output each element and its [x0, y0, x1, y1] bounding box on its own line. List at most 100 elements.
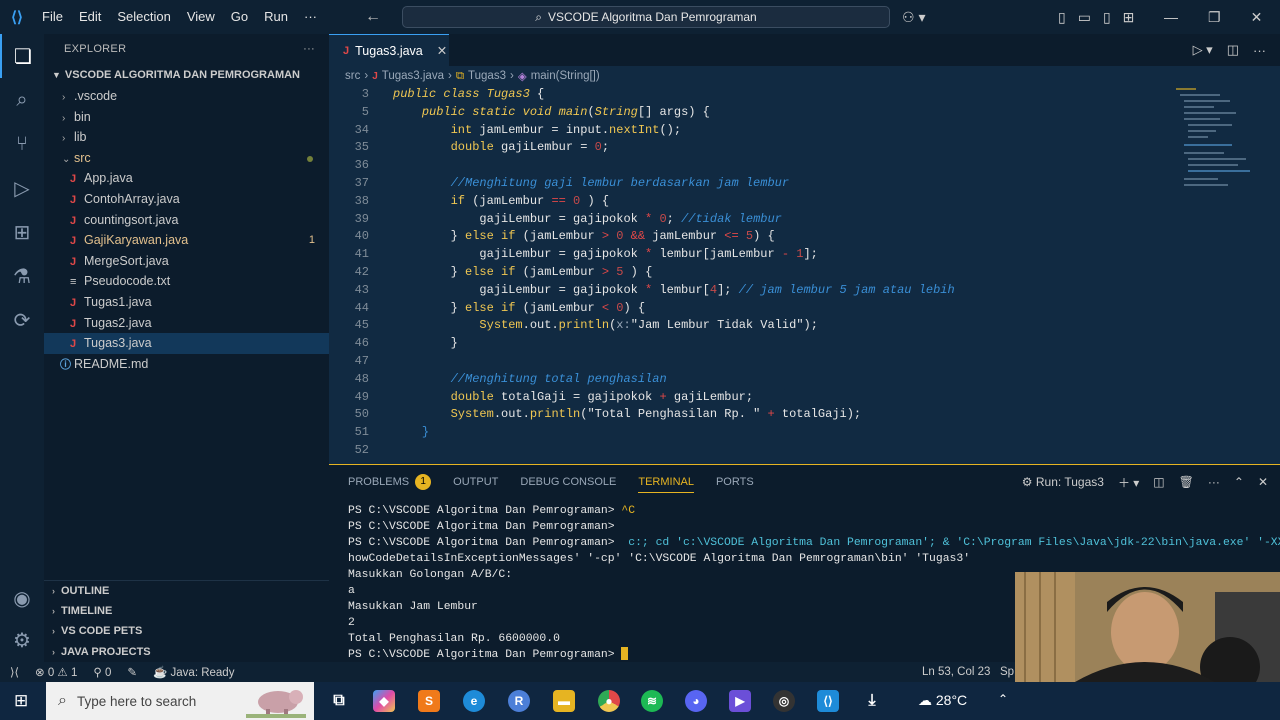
extensions-icon[interactable]: ⊞	[0, 210, 44, 254]
tab-problems[interactable]: PROBLEMS 1	[348, 465, 432, 499]
tree-file-app[interactable]: J App.java	[44, 168, 329, 189]
tab-terminal[interactable]: TERMINAL	[638, 465, 694, 499]
tab-output[interactable]: OUTPUT	[453, 465, 498, 499]
toggle-panel-icon[interactable]: ▭	[1078, 9, 1091, 26]
taskbar-search-box[interactable]: ⌕ Type here to search	[46, 682, 314, 720]
close-tab-icon[interactable]: ✕	[437, 43, 447, 58]
close-window-icon[interactable]: ✕	[1251, 9, 1263, 26]
tree-file-countingsort[interactable]: Jcountingsort.java	[44, 210, 329, 231]
tree-file-mergesort[interactable]: J MergeSort.java	[44, 251, 329, 272]
kill-terminal-icon[interactable]: 🗑	[1179, 475, 1194, 489]
breadcrumb-src[interactable]: src	[345, 70, 360, 82]
toggle-sidebar-icon[interactable]: ▯	[1058, 9, 1066, 26]
tree-folder-vscode[interactable]: › .vscode	[44, 86, 329, 107]
menu-view[interactable]: View	[179, 0, 223, 34]
toggle-secondary-sidebar-icon[interactable]: ▯	[1103, 9, 1111, 26]
weather-icon[interactable]: ☁ 28°C	[918, 692, 967, 709]
tab-tugas3[interactable]: J Tugas3.java ✕	[329, 34, 449, 66]
tree-file-pseudocode[interactable]: ≡ Pseudocode.txt	[44, 271, 329, 292]
timeline-section[interactable]: › TIMELINE	[44, 601, 329, 622]
copilot-icon[interactable]: ⚇ ▾	[902, 0, 925, 34]
r-app-icon[interactable]: R	[508, 690, 530, 712]
tree-file-tugas3[interactable]: J Tugas3.java	[44, 333, 329, 354]
search-icon[interactable]: ⌕	[0, 78, 44, 122]
code-editor[interactable]: 3 public class Tugas3 { 5 public static v…	[329, 86, 1280, 464]
terminal-command: c:; cd 'c:\VSCODE Algoritma Dan Pemrogra…	[621, 537, 1280, 549]
minimize-icon[interactable]: —	[1164, 9, 1178, 25]
tray-chevron-icon[interactable]: ⌃	[998, 692, 1008, 706]
outline-section[interactable]: › OUTLINE	[44, 580, 329, 601]
tree-folder-src[interactable]: ⌄ src	[44, 148, 329, 169]
windows-taskbar: ⊞ ⌕ Type here to search ⧉ ◆ S e R ▬ ● ≋ …	[0, 682, 1280, 720]
breadcrumb-file[interactable]: Tugas3.java	[382, 70, 444, 82]
tree-folder-bin[interactable]: › bin	[44, 107, 329, 128]
vscode-taskbar-icon[interactable]: ⟨⟩	[817, 690, 839, 712]
tree-file-contoharray[interactable]: J ContohArray.java	[44, 189, 329, 210]
spotify-app-icon[interactable]: ≋	[641, 690, 663, 712]
minimap[interactable]	[1176, 86, 1258, 196]
maximize-panel-icon[interactable]: ⌃	[1234, 475, 1244, 489]
remote-indicator-icon[interactable]: ⟩⟨	[0, 665, 27, 679]
sublime-app-icon[interactable]: S	[418, 690, 440, 712]
menu-go[interactable]: Go	[223, 0, 256, 34]
tree-file-readme[interactable]: ⓘ README.md	[44, 354, 329, 375]
java-status[interactable]: ☕ Java: Ready	[145, 665, 242, 679]
code-line: 42 } else if (jamLembur > 5 ) {	[329, 264, 1280, 282]
chrome-app-icon[interactable]: ●	[598, 690, 620, 712]
file-explorer-icon[interactable]: ▬	[553, 690, 575, 712]
breadcrumb-class[interactable]: Tugas3	[468, 70, 506, 82]
class-icon: ⧉	[455, 69, 465, 82]
command-center-search[interactable]: ⌕ VSCODE Algoritma Dan Pemrograman	[402, 6, 890, 28]
source-control-icon[interactable]: ⑂	[0, 122, 44, 166]
explorer-icon[interactable]: ❏	[0, 34, 44, 78]
testing-icon[interactable]: ⚗	[0, 254, 44, 298]
pets-icon[interactable]: ✎	[119, 665, 145, 679]
cursor-position[interactable]: Ln 53, Col 23	[914, 666, 998, 678]
app-icon[interactable]: ▶	[729, 690, 751, 712]
new-terminal-icon[interactable]: ＋ ▾	[1118, 474, 1139, 491]
run-debug-icon[interactable]: ▷	[0, 166, 44, 210]
tab-ports[interactable]: PORTS	[716, 465, 754, 499]
breadcrumb-method[interactable]: main(String[])	[531, 70, 600, 82]
discord-app-icon[interactable]: ◕	[685, 690, 707, 712]
vscode-logo-icon: ⟨⟩	[11, 9, 23, 26]
copilot-taskbar-icon[interactable]: ◆	[373, 690, 395, 712]
split-terminal-icon[interactable]: ◫	[1153, 475, 1164, 489]
tree-file-gajikaryawan[interactable]: J GajiKaryawan.java 1	[44, 230, 329, 251]
tab-debug-console[interactable]: DEBUG CONSOLE	[520, 465, 616, 499]
edge-app-icon[interactable]: e	[463, 690, 485, 712]
line-number: 46	[354, 336, 369, 351]
vscode-pets-section[interactable]: › VS CODE PETS	[44, 621, 329, 642]
menu-edit[interactable]: Edit	[71, 0, 109, 34]
customize-layout-icon[interactable]: ⊞	[1123, 9, 1135, 26]
more-actions-icon[interactable]: ···	[303, 34, 315, 64]
split-editor-icon[interactable]: ◫	[1227, 42, 1239, 58]
run-icon[interactable]: ▷ ▾	[1193, 42, 1213, 58]
menu-more[interactable]: ···	[296, 0, 325, 34]
windows-start-icon[interactable]: ⊞	[14, 691, 28, 711]
task-view-icon[interactable]: ⧉	[328, 690, 350, 712]
download-icon[interactable]: ⤓	[861, 690, 883, 712]
menu-run[interactable]: Run	[256, 0, 296, 34]
menu-selection[interactable]: Selection	[109, 0, 178, 34]
terminal-gear-icon[interactable]: ⚙ Run: Tugas3	[1022, 475, 1104, 489]
maximize-icon[interactable]: ❐	[1208, 9, 1221, 26]
problems-status[interactable]: ⊗ 0 ⚠ 1	[27, 665, 85, 679]
menu-file[interactable]: File	[34, 0, 71, 34]
account-icon[interactable]: ◉	[0, 576, 44, 620]
more-actions-icon[interactable]: ···	[1208, 475, 1220, 489]
line-number: 3	[361, 87, 369, 101]
remote-explorer-icon[interactable]: ⟳	[0, 298, 44, 342]
ports-status[interactable]: ⚲ 0	[85, 665, 119, 679]
tree-folder-lib[interactable]: › lib	[44, 127, 329, 148]
line-number: 51	[354, 425, 369, 440]
back-arrow-icon[interactable]: ←	[365, 8, 381, 26]
obs-app-icon[interactable]: ◎	[773, 690, 795, 712]
java-projects-section[interactable]: › JAVA PROJECTS	[44, 642, 329, 663]
project-folder-header[interactable]: ▼ VSCODE ALGORITMA DAN PEMROGRAMAN	[44, 64, 329, 86]
close-panel-icon[interactable]: ✕	[1258, 475, 1268, 489]
settings-gear-icon[interactable]: ⚙	[0, 618, 44, 662]
more-actions-icon[interactable]: ···	[1253, 43, 1266, 58]
tree-file-tugas2[interactable]: J Tugas2.java	[44, 313, 329, 334]
tree-file-tugas1[interactable]: J Tugas1.java	[44, 292, 329, 313]
